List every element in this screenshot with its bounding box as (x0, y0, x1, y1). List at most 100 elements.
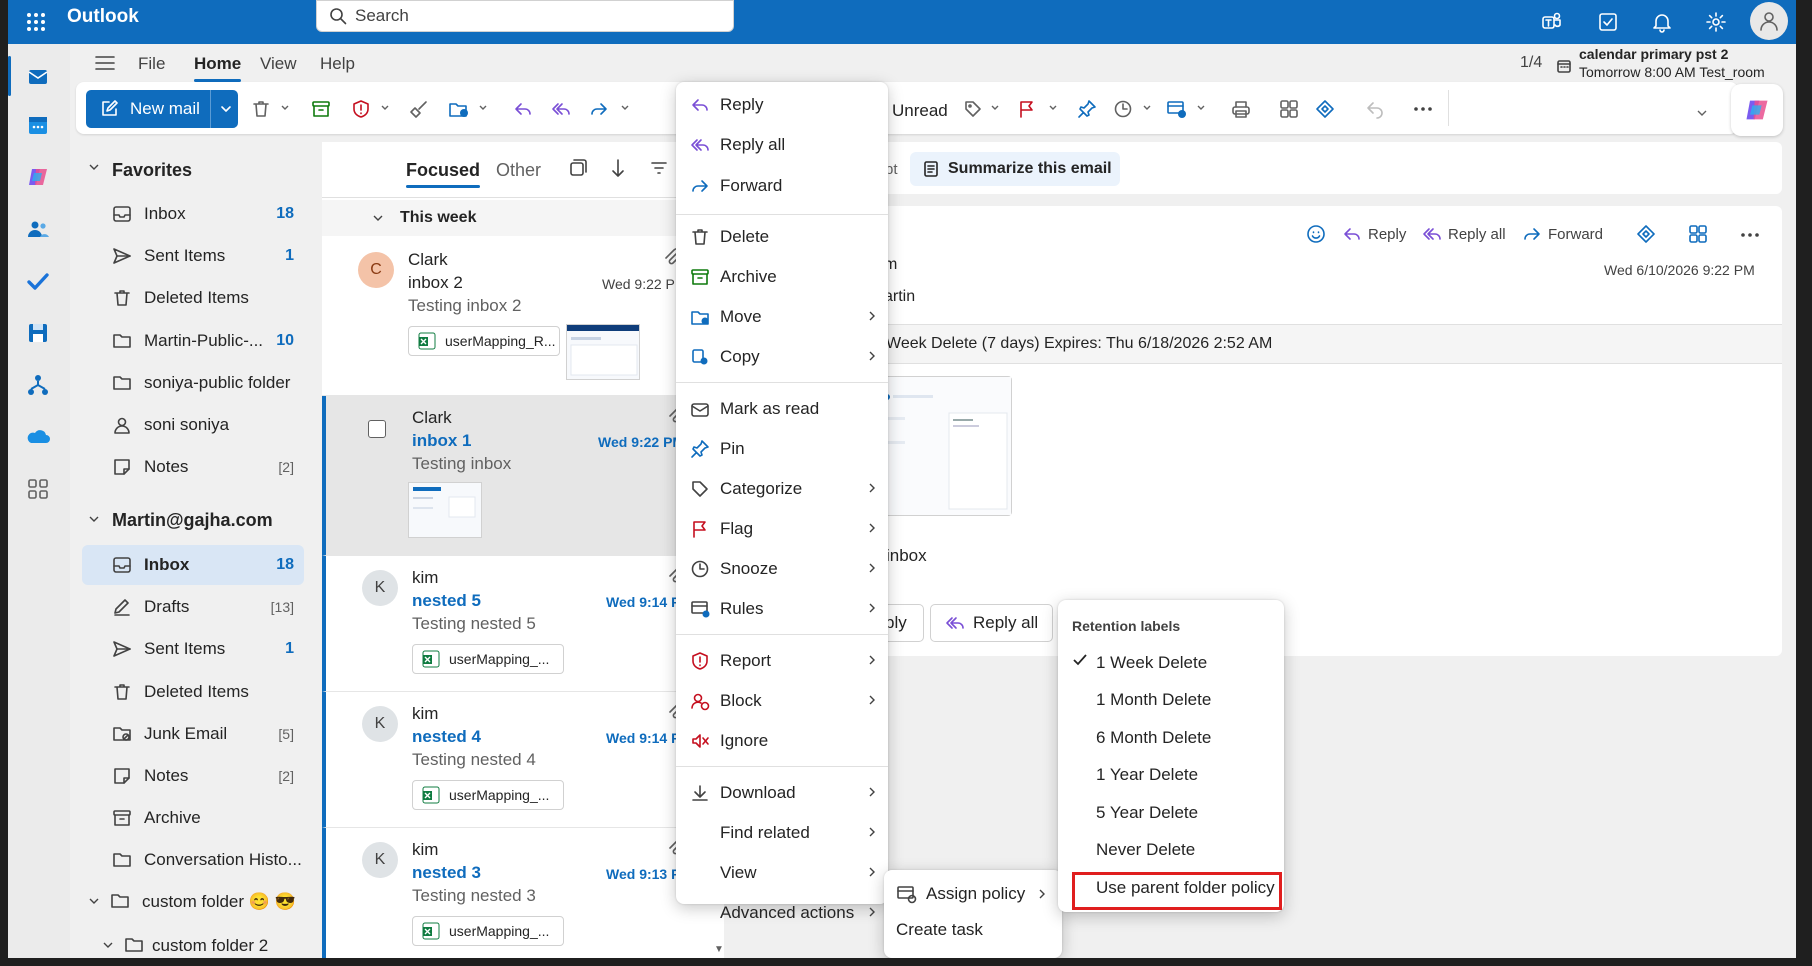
reply-button[interactable]: Reply (1342, 224, 1406, 244)
retention-label-item[interactable]: 6 Month Delete (1070, 724, 1276, 752)
menu-item-copy[interactable]: Copy (688, 339, 884, 375)
image-thumbnail[interactable] (566, 324, 640, 380)
chevron-down-icon[interactable] (380, 103, 390, 113)
folder-item[interactable]: Inbox 18 (82, 545, 304, 585)
org-chart-icon[interactable] (21, 368, 55, 402)
tab-focused[interactable]: Focused (406, 160, 481, 188)
delete-icon[interactable] (248, 96, 274, 122)
custom-folder-2[interactable]: custom folder 2 (152, 936, 268, 956)
people-icon[interactable] (21, 212, 55, 246)
bell-icon[interactable] (1644, 4, 1680, 40)
retention-label-item[interactable]: Never Delete (1070, 836, 1276, 864)
retention-label-item[interactable]: 1 Year Delete (1070, 761, 1276, 789)
account-avatar[interactable] (1750, 2, 1788, 40)
chevron-down-icon[interactable] (88, 896, 100, 906)
tab-view[interactable]: View (260, 54, 297, 74)
folder-item[interactable]: Sent Items 1 (82, 236, 304, 276)
save-disk-icon[interactable] (21, 316, 55, 350)
image-thumbnail[interactable] (408, 482, 482, 538)
chevron-down-icon[interactable] (478, 103, 488, 113)
folder-item[interactable]: Junk Email [5] (82, 714, 304, 754)
retention-label-item[interactable]: 1 Week Delete (1070, 649, 1276, 677)
apps-grid-icon[interactable] (1688, 224, 1714, 244)
search-input[interactable]: Search (316, 0, 734, 32)
filter-icon[interactable] (650, 160, 668, 176)
loop-icon[interactable] (1312, 96, 1338, 122)
flag-icon[interactable] (1014, 96, 1040, 122)
calendar-icon[interactable] (21, 108, 55, 142)
retention-label-item[interactable]: 5 Year Delete (1070, 799, 1276, 827)
folder-item[interactable]: Notes [2] (82, 756, 304, 796)
app-name[interactable]: Outlook (67, 6, 139, 28)
print-icon[interactable] (1228, 96, 1254, 122)
menu-item-delete[interactable]: Delete (688, 219, 884, 255)
jump-to-icon[interactable] (610, 158, 626, 178)
custom-folder[interactable]: custom folder 😊 😎 (142, 892, 296, 912)
attachment-chip[interactable]: userMapping_... (412, 644, 564, 674)
menu-item-snooze[interactable]: Snooze (688, 551, 884, 587)
attachment-chip[interactable]: userMapping_... (412, 916, 564, 946)
categorize-tag-icon[interactable] (960, 96, 986, 122)
teams-icon[interactable] (1534, 4, 1570, 40)
loop-icon[interactable] (1636, 224, 1662, 244)
menu-item-rules[interactable]: Rules (688, 591, 884, 627)
forward-button[interactable]: Forward (1522, 224, 1603, 244)
menu-item-pin[interactable]: Pin (688, 431, 884, 467)
folder-item[interactable]: Inbox 18 (82, 194, 304, 234)
emoji-react-icon[interactable] (1306, 224, 1332, 244)
account-header[interactable]: Martin@gajha.com (112, 510, 273, 531)
menu-item-advanced-actions[interactable]: Advanced actions (688, 895, 884, 931)
mail-icon[interactable] (21, 59, 55, 93)
menu-item-forward[interactable]: Forward (688, 168, 884, 204)
copilot-icon[interactable] (21, 160, 55, 194)
copilot-button[interactable] (1731, 84, 1783, 136)
favorites-header[interactable]: Favorites (112, 160, 192, 181)
folder-item[interactable]: Notes [2] (82, 447, 304, 487)
forward-icon[interactable] (586, 96, 612, 122)
folder-item[interactable]: Sent Items 1 (82, 629, 304, 669)
unread-button-label[interactable]: Unread (892, 101, 948, 121)
message-item[interactable]: Clark inbox 1 Testing inbox Wed 9:22 PM (322, 396, 724, 556)
menu-item-report[interactable]: Report (688, 643, 884, 679)
message-item[interactable]: Kkim nested 5 Testing nested 5 Wed 9:14 PM u… (322, 556, 724, 692)
app-launcher-icon[interactable] (22, 8, 50, 36)
reply-all-icon[interactable] (548, 96, 574, 122)
chevron-down-icon[interactable] (280, 103, 290, 113)
message-item[interactable]: C Clark inbox 2 Testing inbox 2 Wed 9:22 PM u… (322, 238, 724, 396)
folder-item[interactable]: Deleted Items (82, 672, 304, 712)
menu-item-archive[interactable]: Archive (688, 259, 884, 295)
folder-item[interactable]: Drafts [13] (82, 587, 304, 627)
scroll-down-arrow-icon[interactable]: ▼ (714, 944, 724, 955)
to-field[interactable]: artin (884, 288, 915, 306)
assign-policy-item[interactable]: Assign policy (896, 880, 1056, 908)
reply-all-body-button[interactable]: Reply all (930, 604, 1054, 642)
folder-item[interactable]: Conversation Histo... (82, 840, 304, 880)
chevron-down-icon[interactable] (220, 104, 232, 114)
more-options-icon[interactable] (1410, 96, 1436, 122)
settings-gear-icon[interactable] (1698, 4, 1734, 40)
attachment-chip[interactable]: userMapping_... (412, 780, 564, 810)
chevron-down-icon[interactable] (88, 514, 100, 524)
folder-item[interactable]: Martin-Public-... 10 (82, 321, 304, 361)
menu-item-mark-as-read[interactable]: Mark as read (688, 391, 884, 427)
apps-grid-icon[interactable] (1276, 96, 1302, 122)
reminder-counter[interactable]: 1/4 (1520, 54, 1542, 72)
todo-check-icon[interactable] (21, 264, 55, 298)
menu-item-reply[interactable]: Reply (688, 87, 884, 123)
tab-file[interactable]: File (138, 54, 165, 74)
create-task-item[interactable]: Create task (896, 920, 983, 940)
menu-item-download[interactable]: Download (688, 775, 884, 811)
menu-item-move[interactable]: Move (688, 299, 884, 335)
message-item[interactable]: Kkim nested 3 Testing nested 3 Wed 9:13 PM u… (322, 828, 724, 958)
tab-help[interactable]: Help (320, 54, 355, 74)
report-shield-icon[interactable] (348, 96, 374, 122)
chevron-down-icon[interactable] (1196, 103, 1206, 113)
chevron-down-icon[interactable] (1048, 103, 1058, 113)
undo-icon[interactable] (1362, 96, 1388, 122)
onedrive-icon[interactable] (21, 420, 55, 454)
more-options-icon[interactable] (1740, 232, 1766, 238)
chevron-down-icon[interactable] (620, 103, 630, 113)
chevron-down-icon[interactable] (88, 162, 100, 172)
menu-item-find-related[interactable]: Find related (688, 815, 884, 851)
folder-item[interactable]: soniya-public folder (82, 363, 304, 403)
